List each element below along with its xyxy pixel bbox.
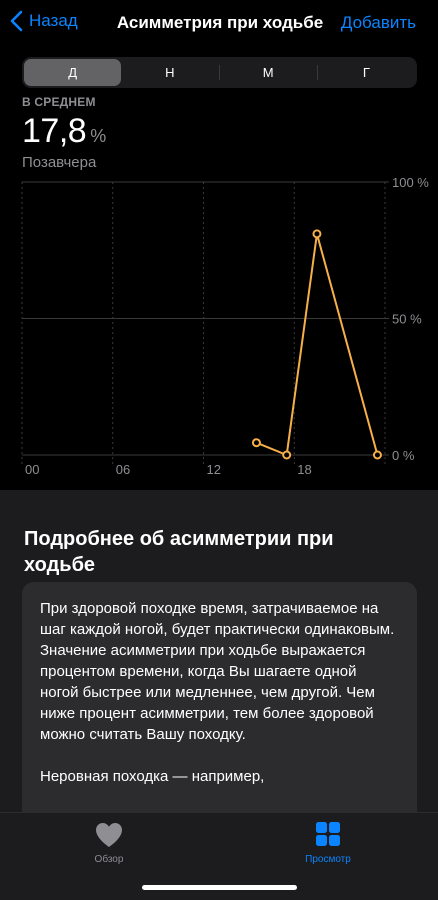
average-unit: % <box>90 126 106 146</box>
chart-y-labels: 100 % 50 % 0 % <box>392 175 429 463</box>
chart-data-point <box>282 450 292 460</box>
info-card[interactable]: При здоровой походке время, затрачиваемо… <box>22 582 417 842</box>
info-paragraph: При здоровой походке время, затрачиваемо… <box>40 600 395 743</box>
tab-browse-label: Просмотр <box>305 854 351 865</box>
chart-y-tick-label: 100 % <box>392 175 429 190</box>
average-value: 17,8% <box>22 112 106 151</box>
average-number: 17,8 <box>22 112 87 150</box>
add-button[interactable]: Добавить <box>341 13 416 33</box>
chart-x-labels: 00 06 12 18 <box>25 462 312 477</box>
asymmetry-chart[interactable]: 100 % 50 % 0 % 00 06 12 18 <box>0 172 438 482</box>
chart-x-tick-label: 18 <box>297 462 311 477</box>
chart-y-tick-label: 50 % <box>392 312 422 327</box>
average-label: В СРЕДНЕМ <box>22 95 96 109</box>
chart-x-tick-label: 12 <box>207 462 221 477</box>
chart-data-point <box>372 450 382 460</box>
tab-overview[interactable]: Обзор <box>49 821 169 865</box>
chart-grid <box>21 181 389 467</box>
heart-icon <box>96 823 122 847</box>
navigation-bar: Назад Асимметрия при ходьбе Добавить <box>0 0 438 48</box>
info-title: Подробнее об асимметрии при ходьбе <box>24 528 334 576</box>
period-segmented-control: Д Н М Г <box>22 57 417 88</box>
chart-y-tick-label: 0 % <box>392 448 415 463</box>
segment-year[interactable]: Г <box>318 59 415 86</box>
chart-data-point <box>251 438 261 448</box>
segment-day[interactable]: Д <box>24 59 122 86</box>
segment-month[interactable]: М <box>220 59 317 86</box>
chart-series-line <box>256 232 379 456</box>
chart-x-tick-label: 00 <box>25 462 39 477</box>
tab-browse[interactable]: Просмотр <box>268 821 388 865</box>
chart-data-point <box>312 229 322 239</box>
tab-overview-label: Обзор <box>94 854 124 865</box>
chart-x-tick-label: 06 <box>116 462 130 477</box>
segment-week[interactable]: Н <box>121 59 218 86</box>
home-indicator <box>142 885 297 890</box>
info-paragraph: Неровная походка — например, <box>40 768 265 785</box>
grid-icon <box>316 822 340 846</box>
chart-series <box>251 229 382 460</box>
average-date: Позавчера <box>22 154 97 171</box>
